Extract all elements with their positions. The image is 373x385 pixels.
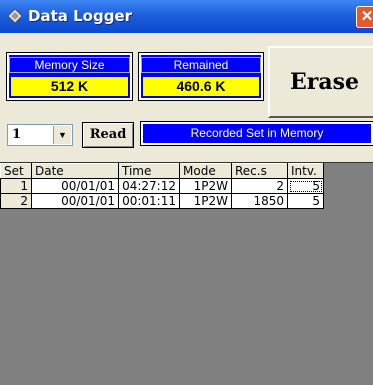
cell-recs[interactable]: 2 (231, 178, 288, 194)
cell-intv[interactable]: 5 (287, 193, 324, 209)
column-header-date[interactable]: Date (31, 163, 119, 179)
column-header-recs[interactable]: Rec.s (231, 163, 288, 179)
cell-mode[interactable]: 1P2W (179, 193, 232, 209)
memory-size-value: 512 K (11, 77, 128, 96)
column-header-intv[interactable]: Intv. (287, 163, 324, 179)
table-header-row: Set Date Time Mode Rec.s Intv. (0, 163, 324, 179)
cell-date[interactable]: 00/01/01 (31, 193, 119, 209)
column-header-time[interactable]: Time (118, 163, 180, 179)
cell-date[interactable]: 00/01/01 (31, 178, 119, 194)
recorded-sets-grid: Set Date Time Mode Rec.s Intv. 1 00/01/0… (0, 162, 373, 385)
table-row[interactable]: 2 00/01/01 00:01:11 1P2W 1850 5 (0, 193, 324, 209)
set-select-value: 1 (12, 127, 22, 142)
window-title: Data Logger (28, 7, 132, 25)
column-header-mode[interactable]: Mode (179, 163, 232, 179)
cell-mode[interactable]: 1P2W (179, 178, 232, 194)
table-row[interactable]: 1 00/01/01 04:27:12 1P2W 2 5 (0, 178, 324, 194)
remained-panel: Remained 460.6 K (139, 53, 263, 100)
recorded-set-banner: Recorded Set in Memory (141, 122, 373, 145)
erase-button[interactable]: Erase (268, 46, 373, 118)
remained-label: Remained (141, 57, 261, 73)
cell-time[interactable]: 04:27:12 (118, 178, 180, 194)
read-button[interactable]: Read (82, 122, 134, 148)
chevron-down-icon[interactable]: ▼ (53, 126, 71, 144)
close-button[interactable]: ✕ (356, 6, 373, 28)
column-header-set[interactable]: Set (0, 163, 32, 179)
cell-time[interactable]: 00:01:11 (118, 193, 180, 209)
memory-size-panel: Memory Size 512 K (7, 53, 132, 100)
recorded-sets-table: Set Date Time Mode Rec.s Intv. 1 00/01/0… (0, 163, 324, 209)
title-bar: Data Logger ✕ (0, 0, 373, 33)
cell-set[interactable]: 2 (0, 193, 32, 209)
cell-recs[interactable]: 1850 (231, 193, 288, 209)
cell-intv[interactable]: 5 (287, 178, 324, 194)
diamond-icon (8, 9, 22, 23)
remained-value: 460.6 K (143, 77, 259, 96)
memory-size-label: Memory Size (9, 57, 130, 73)
set-select[interactable]: 1 ▼ (7, 124, 73, 146)
cell-set[interactable]: 1 (0, 178, 32, 194)
